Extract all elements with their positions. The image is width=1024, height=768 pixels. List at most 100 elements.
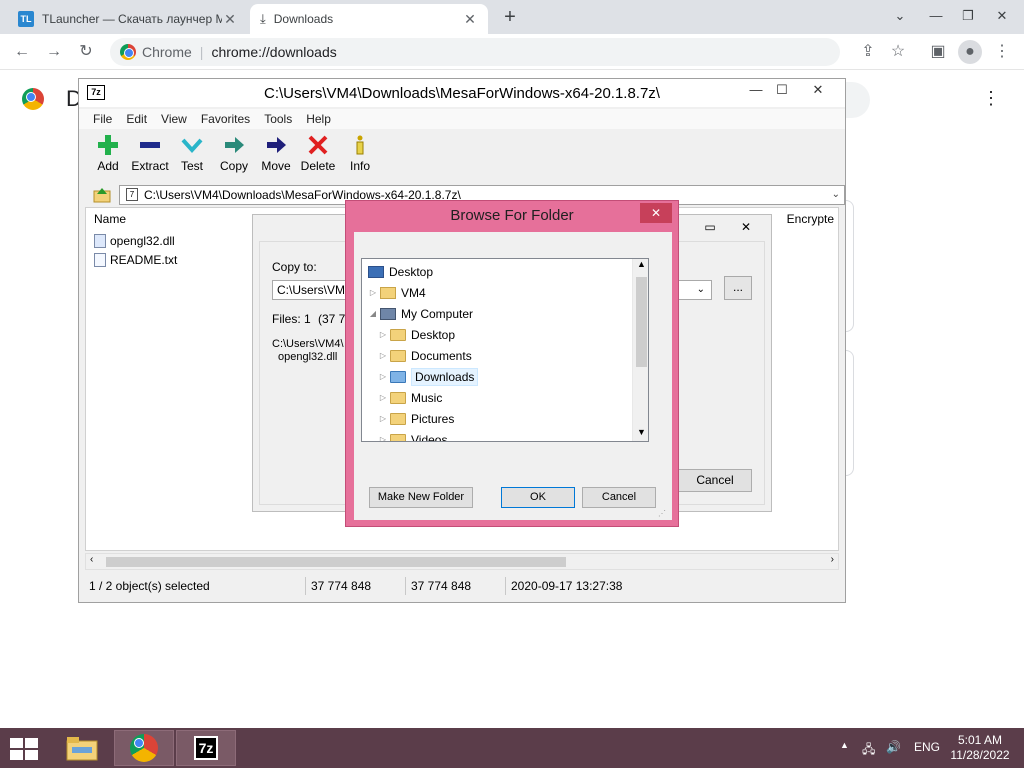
windows-start-icon[interactable] [10, 738, 38, 760]
minimize-icon[interactable]: ▭ [695, 217, 725, 237]
info-button[interactable]: Info [339, 131, 381, 181]
minimize-icon[interactable]: — [920, 2, 952, 30]
expand-arrow-icon[interactable]: ▷ [368, 288, 378, 297]
resize-grip-icon[interactable]: ⋰ [658, 509, 666, 518]
chrome-logo-icon [22, 88, 44, 110]
computer-icon [380, 307, 396, 320]
forward-arrow-icon[interactable]: → [42, 40, 66, 64]
address-bar[interactable]: Chrome | chrome://downloads [110, 38, 840, 66]
maximize-icon[interactable]: ☐ [765, 79, 799, 101]
kebab-menu-icon[interactable]: ⋮ [990, 40, 1014, 64]
tab-tlauncher[interactable]: TL TLauncher — Скачать лаунчер М ✕ [8, 4, 248, 34]
download-card [846, 200, 854, 332]
source-path: C:\Users\VM4\ [272, 338, 344, 350]
move-arrow-icon [267, 137, 286, 153]
tree-item-desktop-folder[interactable]: ▷ Desktop [378, 324, 455, 345]
horizontal-scrollbar[interactable]: ‹ › [85, 553, 839, 570]
menu-favorites[interactable]: Favorites [201, 112, 250, 126]
scroll-up-icon[interactable]: ▲ [637, 259, 646, 269]
tab-downloads[interactable]: ⤓ Downloads ✕ [250, 4, 488, 34]
close-window-icon[interactable]: ✕ [986, 2, 1018, 30]
list-item[interactable]: opengl32.dll [94, 234, 175, 248]
vertical-scrollbar[interactable]: ▲ ▼ [632, 259, 648, 441]
close-icon[interactable]: ✕ [640, 203, 672, 223]
7zip-icon[interactable]: 7z [176, 730, 236, 766]
scroll-right-icon[interactable]: › [831, 554, 834, 565]
extract-button[interactable]: Extract [129, 131, 171, 181]
ok-button[interactable]: OK [501, 487, 575, 508]
expand-arrow-icon[interactable]: ▷ [378, 414, 388, 423]
restore-icon[interactable]: ❐ [952, 2, 984, 30]
expand-arrow-icon[interactable]: ▷ [378, 393, 388, 402]
menu-edit[interactable]: Edit [126, 112, 147, 126]
expand-arrow-icon[interactable]: ▷ [378, 351, 388, 360]
tree-item-vm4[interactable]: ▷ VM4 [368, 282, 426, 303]
page-menu-icon[interactable]: ⋮ [982, 88, 1000, 109]
tray-up-arrow-icon[interactable]: ▲ [840, 740, 849, 750]
column-name[interactable]: Name [94, 212, 126, 226]
tree-item-pictures[interactable]: ▷ Pictures [378, 408, 454, 429]
info-icon [356, 135, 364, 155]
tab-title: TLauncher — Скачать лаунчер М [42, 12, 222, 26]
side-panel-icon[interactable]: ▣ [926, 40, 950, 64]
download-icon: ⤓ [260, 11, 266, 26]
scroll-left-icon[interactable]: ‹ [90, 554, 93, 565]
menu-help[interactable]: Help [306, 112, 331, 126]
scroll-down-icon[interactable]: ▼ [637, 427, 646, 437]
close-icon[interactable]: ✕ [462, 11, 478, 28]
make-new-folder-button[interactable]: Make New Folder [369, 487, 473, 508]
network-icon[interactable]: 🖧 [862, 740, 875, 761]
volume-icon[interactable]: 🔊 [886, 740, 901, 754]
status-bar: 1 / 2 object(s) selected 37 774 848 37 7… [79, 575, 845, 597]
tab-search-chevron-icon[interactable]: ⌄ [884, 2, 916, 30]
close-icon[interactable]: ✕ [731, 217, 761, 237]
list-item[interactable]: README.txt [94, 253, 177, 267]
expand-arrow-icon[interactable]: ▷ [378, 435, 388, 441]
browse-button[interactable]: ... [724, 276, 752, 300]
folder-up-icon[interactable] [91, 185, 113, 205]
close-icon[interactable]: ✕ [801, 79, 835, 101]
menu-tools[interactable]: Tools [264, 112, 292, 126]
scroll-thumb[interactable] [106, 557, 566, 567]
new-tab-button[interactable]: + [498, 6, 522, 30]
tree-item-my-computer[interactable]: ◢ My Computer [368, 303, 473, 324]
reload-icon[interactable]: ↻ [74, 40, 98, 64]
expand-arrow-icon[interactable]: ▷ [378, 372, 388, 381]
test-button[interactable]: Test [171, 131, 213, 181]
chevron-down-icon[interactable]: ⌄ [697, 281, 705, 299]
add-button[interactable]: Add [87, 131, 129, 181]
move-button[interactable]: Move [255, 131, 297, 181]
share-icon[interactable]: ⇪ [856, 40, 880, 64]
copy-button[interactable]: Copy [213, 131, 255, 181]
menu-file[interactable]: File [93, 112, 112, 126]
column-encrypted[interactable]: Encrypte [787, 212, 834, 226]
dialog-title: Browse For Folder [450, 207, 574, 224]
status-size: 37 774 848 [311, 579, 372, 593]
chevron-down-icon[interactable]: ⌄ [832, 186, 840, 204]
bookmark-star-icon[interactable]: ☆ [886, 40, 910, 64]
chrome-icon[interactable] [114, 730, 174, 766]
desktop-folder-icon [390, 328, 406, 341]
downloads-folder-icon [390, 370, 406, 383]
cancel-button[interactable]: Cancel [678, 469, 752, 492]
folder-tree[interactable]: Desktop ▷ VM4 ◢ My Computer ▷ Desktop ▷ … [361, 258, 649, 442]
language-indicator[interactable]: ENG [914, 740, 940, 754]
scroll-thumb[interactable] [636, 277, 647, 367]
file-explorer-icon[interactable] [52, 730, 112, 766]
profile-avatar-icon[interactable]: ● [958, 40, 982, 64]
tree-item-downloads[interactable]: ▷ Downloads [378, 366, 479, 387]
close-icon[interactable]: ✕ [222, 11, 238, 28]
menu-view[interactable]: View [161, 112, 187, 126]
back-arrow-icon[interactable]: ← [10, 40, 34, 64]
delete-button[interactable]: Delete [297, 131, 339, 181]
tree-item-documents[interactable]: ▷ Documents [378, 345, 472, 366]
clock[interactable]: 5:01 AM 11/28/2022 [944, 733, 1016, 763]
status-modified: 2020-09-17 13:27:38 [511, 579, 623, 593]
browse-for-folder-dialog: Browse For Folder ✕ Desktop ▷ VM4 ◢ My C… [345, 200, 679, 527]
collapse-arrow-icon[interactable]: ◢ [368, 309, 378, 318]
tree-item-desktop[interactable]: Desktop [368, 261, 433, 282]
cancel-button[interactable]: Cancel [582, 487, 656, 508]
tree-item-videos[interactable]: ▷ Videos [378, 429, 447, 441]
expand-arrow-icon[interactable]: ▷ [378, 330, 388, 339]
tree-item-music[interactable]: ▷ Music [378, 387, 442, 408]
